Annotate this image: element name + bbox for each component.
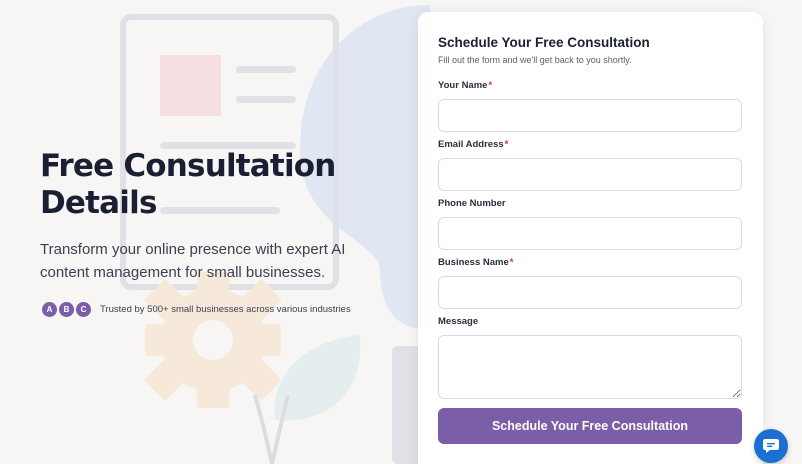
message-field-group: Message bbox=[438, 316, 742, 399]
form-title: Schedule Your Free Consultation bbox=[438, 35, 650, 50]
business-label: Business Name* bbox=[438, 257, 514, 268]
name-label: Your Name* bbox=[438, 80, 493, 91]
consultation-form: Schedule Your Free Consultation Fill out… bbox=[418, 12, 763, 464]
hero-subtitle: Transform your online presence with expe… bbox=[40, 241, 346, 281]
chat-widget-button[interactable] bbox=[754, 429, 788, 463]
required-marker: * bbox=[509, 257, 514, 268]
email-field-group: Email Address* bbox=[438, 139, 742, 191]
message-textarea[interactable] bbox=[438, 335, 742, 399]
form-intro: Fill out the form and we'll get back to … bbox=[438, 55, 632, 65]
name-field-group: Your Name* bbox=[438, 80, 742, 132]
message-label: Message bbox=[438, 316, 479, 327]
required-marker: * bbox=[504, 139, 509, 150]
phone-input[interactable] bbox=[438, 217, 742, 250]
email-input[interactable] bbox=[438, 158, 742, 191]
hero-section: Free Consultation Details Transform your… bbox=[40, 148, 400, 319]
phone-label: Phone Number bbox=[438, 198, 506, 209]
business-input[interactable] bbox=[438, 276, 742, 309]
submit-button[interactable]: Schedule Your Free Consultation bbox=[438, 408, 742, 444]
email-label: Email Address* bbox=[438, 139, 509, 150]
hero-title: Free Consultation Details bbox=[40, 148, 336, 221]
background-leaf bbox=[274, 335, 361, 421]
trust-row: A B C Trusted by 500+ small businesses a… bbox=[40, 300, 400, 319]
chat-bubble-icon bbox=[763, 439, 779, 453]
background-image-block bbox=[160, 55, 221, 116]
phone-field-group: Phone Number bbox=[438, 198, 742, 250]
avatar-group: A B C bbox=[40, 300, 93, 319]
business-field-group: Business Name* bbox=[438, 257, 742, 309]
name-input[interactable] bbox=[438, 99, 742, 132]
avatar: C bbox=[74, 300, 93, 319]
trust-text: Trusted by 500+ small businesses across … bbox=[100, 304, 351, 315]
required-marker: * bbox=[488, 80, 493, 91]
